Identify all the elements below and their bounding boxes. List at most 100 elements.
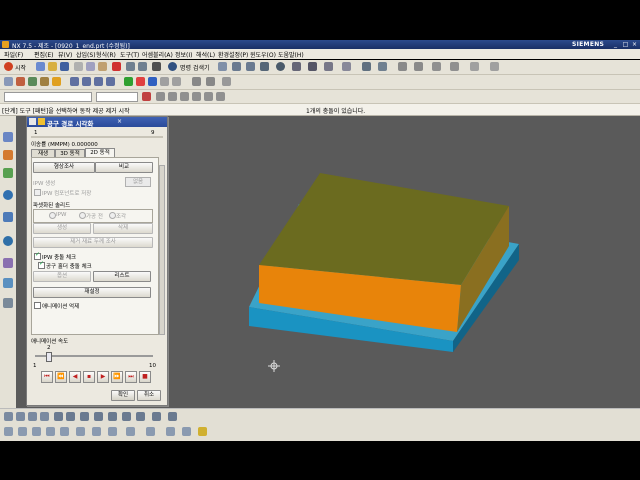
- replay-path-icon[interactable]: [148, 77, 157, 86]
- list-button[interactable]: 리스트: [93, 271, 151, 282]
- generate-path-icon[interactable]: [124, 77, 133, 86]
- rotate-icon[interactable]: [260, 62, 269, 71]
- revolve-icon[interactable]: [66, 412, 75, 421]
- pan-icon[interactable]: [246, 62, 255, 71]
- animation-speed-thumb[interactable]: [45, 352, 52, 362]
- ipw-save-checkbox[interactable]: [34, 189, 41, 196]
- start-icon[interactable]: [4, 62, 13, 71]
- scope-filter-dropdown[interactable]: [96, 92, 138, 102]
- play-reverse-icon[interactable]: ◀: [69, 371, 81, 383]
- select-icon[interactable]: [378, 62, 387, 71]
- radio-ipw[interactable]: [49, 212, 56, 219]
- machine-view-icon[interactable]: [82, 77, 91, 86]
- operation-navigator-icon[interactable]: [3, 150, 13, 160]
- menu-help[interactable]: 도움말(H): [278, 50, 304, 59]
- snap-point-icon[interactable]: [216, 92, 225, 101]
- object-display-icon[interactable]: [206, 77, 215, 86]
- go-to-end-icon[interactable]: ⏭: [125, 371, 137, 383]
- delete-icon[interactable]: [112, 62, 121, 71]
- open-file-icon[interactable]: [48, 62, 57, 71]
- shaded-view-icon[interactable]: [276, 62, 285, 71]
- close-button[interactable]: ×: [631, 41, 638, 48]
- remove-material-button[interactable]: 제거 재료 두께 조사: [33, 237, 153, 248]
- wcs-icon[interactable]: [198, 427, 207, 436]
- section-view-icon[interactable]: [324, 62, 333, 71]
- analysis-icon[interactable]: [450, 62, 459, 71]
- menu-window[interactable]: 윈도우(O): [250, 50, 276, 59]
- menu-preferences[interactable]: 환경설정(P): [218, 50, 248, 59]
- mirror-icon[interactable]: [168, 412, 177, 421]
- boolean-icon[interactable]: [94, 412, 103, 421]
- copy-icon[interactable]: [86, 62, 95, 71]
- minimize-button[interactable]: _: [612, 41, 619, 48]
- new-file-icon[interactable]: [36, 62, 45, 71]
- machine-navigator-icon[interactable]: [3, 168, 13, 178]
- suppress-animation-checkbox[interactable]: [34, 302, 41, 309]
- sketch-icon[interactable]: [4, 412, 13, 421]
- menu-view[interactable]: 뷰(V): [58, 50, 72, 59]
- point-icon[interactable]: [126, 427, 135, 436]
- play-forward-icon[interactable]: ▶: [97, 371, 109, 383]
- menu-assembly[interactable]: 어셈블리(A): [142, 50, 173, 59]
- maximize-button[interactable]: □: [622, 41, 629, 48]
- history-icon[interactable]: [3, 190, 13, 200]
- cut-icon[interactable]: [74, 62, 83, 71]
- cancel-button[interactable]: 취소: [137, 390, 161, 401]
- save-icon[interactable]: [60, 62, 69, 71]
- verify-path-icon[interactable]: [136, 77, 145, 86]
- ipw-collision-checkbox[interactable]: [34, 251, 41, 260]
- snap-icon[interactable]: [362, 62, 371, 71]
- snap-center-icon[interactable]: [180, 92, 189, 101]
- hole-icon[interactable]: [80, 412, 89, 421]
- dialog-title-bar[interactable]: 공구 경로 시각화 ×: [27, 117, 167, 128]
- menu-file[interactable]: 파일(F): [4, 50, 23, 59]
- snap-midpoint-icon[interactable]: [168, 92, 177, 101]
- compare-button[interactable]: 비교: [95, 162, 153, 173]
- line-icon[interactable]: [16, 412, 25, 421]
- sew-icon[interactable]: [60, 427, 69, 436]
- csys-icon[interactable]: [146, 427, 155, 436]
- type-filter-dropdown[interactable]: [4, 92, 92, 102]
- measure-icon[interactable]: [432, 62, 441, 71]
- options-button[interactable]: 옵션: [33, 271, 91, 282]
- show-icon[interactable]: [414, 62, 423, 71]
- start-label[interactable]: 시작: [15, 63, 26, 72]
- arc-icon[interactable]: [28, 412, 37, 421]
- postprocess-icon[interactable]: [160, 77, 169, 86]
- radio-chunk[interactable]: [109, 212, 116, 219]
- stop-icon[interactable]: ■: [139, 371, 151, 383]
- extrude-icon[interactable]: [54, 412, 63, 421]
- wireframe-icon[interactable]: [292, 62, 301, 71]
- create-button[interactable]: 생성: [33, 223, 91, 234]
- transform-icon[interactable]: [192, 77, 201, 86]
- command-finder-icon[interactable]: [168, 62, 177, 71]
- pause-icon[interactable]: ▪: [83, 371, 95, 383]
- layer-settings-icon[interactable]: [182, 427, 191, 436]
- surface-icon[interactable]: [4, 427, 13, 436]
- chamfer-icon[interactable]: [122, 412, 131, 421]
- nx-app-icon[interactable]: [2, 41, 9, 48]
- create-geometry-icon[interactable]: [28, 77, 37, 86]
- panel-scrollbar[interactable]: [159, 165, 165, 335]
- menu-analysis[interactable]: 해석(L): [196, 50, 215, 59]
- sweep-icon[interactable]: [18, 427, 27, 436]
- step-back-icon[interactable]: ⏪: [55, 371, 67, 383]
- trim-icon[interactable]: [32, 427, 41, 436]
- orient-view-icon[interactable]: [308, 62, 317, 71]
- geometry-view-icon[interactable]: [94, 77, 103, 86]
- repeat-icon[interactable]: [152, 62, 161, 71]
- program-view-icon[interactable]: [70, 77, 79, 86]
- hide-icon[interactable]: [398, 62, 407, 71]
- command-finder-label[interactable]: 명령 검색기: [180, 63, 210, 72]
- thicken-icon[interactable]: [76, 427, 85, 436]
- roles-icon[interactable]: [3, 236, 13, 246]
- create-program-icon[interactable]: [4, 77, 13, 86]
- animation-speed-slider[interactable]: [35, 352, 153, 362]
- snap-intersection-icon[interactable]: [204, 92, 213, 101]
- note-icon[interactable]: [470, 62, 479, 71]
- reuse-library-icon[interactable]: [3, 278, 13, 288]
- ipw-generate-select[interactable]: 없음: [125, 177, 151, 187]
- undo-icon[interactable]: [126, 62, 135, 71]
- shop-docs-icon[interactable]: [172, 77, 181, 86]
- inspect-button[interactable]: 형상조사: [33, 162, 95, 173]
